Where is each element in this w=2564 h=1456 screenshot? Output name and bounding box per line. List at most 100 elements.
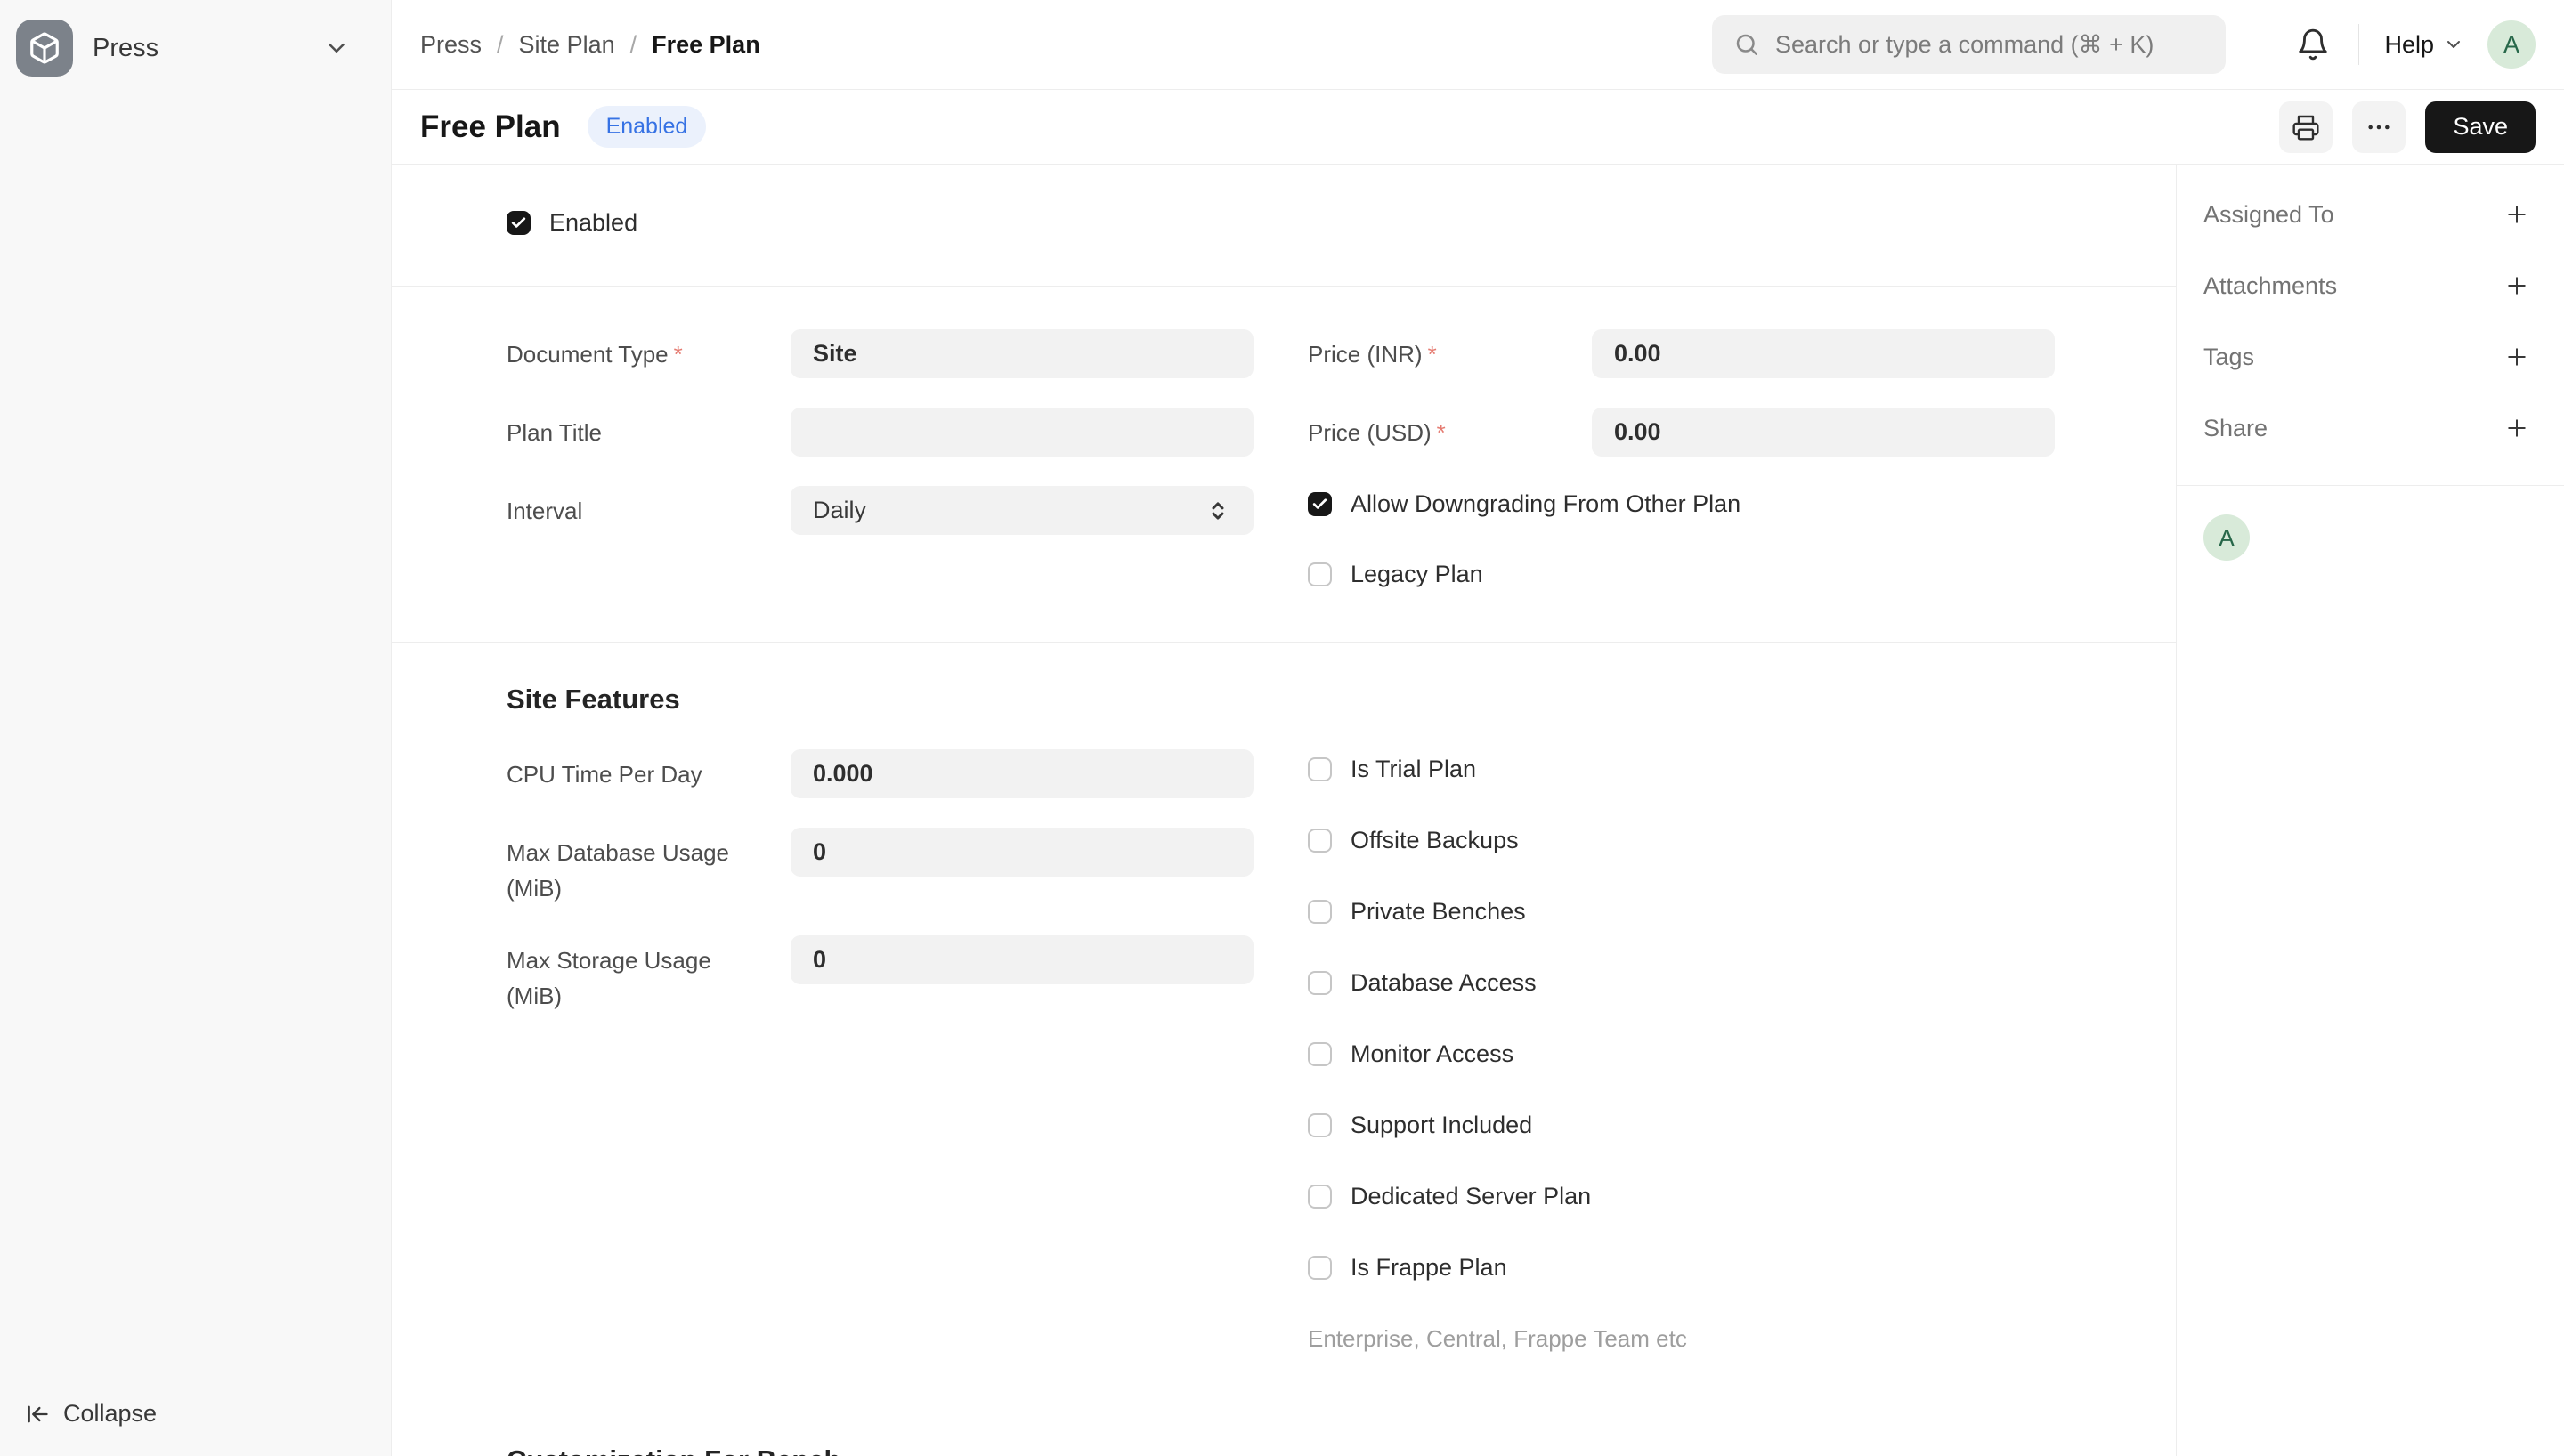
more-options-button[interactable] <box>2352 101 2406 153</box>
checkbox-enabled[interactable] <box>507 211 531 235</box>
search-icon <box>1733 31 1760 58</box>
field-max-storage-usage: Max Storage Usage (MiB) 0 <box>507 935 1254 1014</box>
section-details: Document Type* Site Plan Title <box>392 287 2176 643</box>
checkbox-field-support-included[interactable]: Support Included <box>1308 1112 2056 1139</box>
interval-select[interactable]: Daily <box>791 486 1254 535</box>
global-search-input[interactable]: Search or type a command (⌘ + K) <box>1712 15 2226 74</box>
panel-item-label: Assigned To <box>2203 201 2334 229</box>
plus-icon <box>2503 344 2530 370</box>
field-label: CPU Time Per Day <box>507 749 765 792</box>
site-features-left-column: CPU Time Per Day 0.000 Max Database Usag… <box>507 749 1254 1043</box>
document-content: Enabled Document Type* Site <box>392 165 2564 1456</box>
workspace-name: Press <box>93 34 158 63</box>
checkbox-allow-downgrading[interactable] <box>1308 492 1332 516</box>
checkbox-legacy-plan[interactable] <box>1308 562 1332 586</box>
add-assignment-button[interactable] <box>2502 199 2532 230</box>
checkbox-private-benches[interactable] <box>1308 900 1332 924</box>
checkbox-field-legacy-plan[interactable]: Legacy Plan <box>1308 561 2056 588</box>
help-menu-button[interactable]: Help <box>2384 31 2464 59</box>
print-button[interactable] <box>2279 101 2333 153</box>
checkbox-label: Allow Downgrading From Other Plan <box>1351 490 1740 518</box>
checkbox-field-private-benches[interactable]: Private Benches <box>1308 898 2056 926</box>
field-price-usd: Price (USD)* 0.00 <box>1308 408 2056 457</box>
printer-icon <box>2292 113 2320 142</box>
add-share-button[interactable] <box>2502 413 2532 443</box>
site-features-grid: CPU Time Per Day 0.000 Max Database Usag… <box>507 749 2176 1353</box>
checkbox-label: Enabled <box>549 209 637 237</box>
max-database-usage-input[interactable]: 0 <box>791 828 1254 877</box>
field-label: Price (USD)* <box>1308 408 1566 450</box>
field-price-inr: Price (INR)* 0.00 <box>1308 329 2056 378</box>
checkbox-field-offsite-backups[interactable]: Offsite Backups <box>1308 827 2056 854</box>
checkbox-is-trial-plan[interactable] <box>1308 757 1332 781</box>
site-features-checkbox-list: Is Trial Plan Offsite Backups Private Be… <box>1308 749 2056 1353</box>
field-label-text: Plan Title <box>507 419 602 446</box>
breadcrumb-item-site-plan[interactable]: Site Plan <box>519 31 615 59</box>
checkbox-field-dedicated-server-plan[interactable]: Dedicated Server Plan <box>1308 1183 2056 1210</box>
save-button[interactable]: Save <box>2425 101 2536 153</box>
checkbox-support-included[interactable] <box>1308 1113 1332 1137</box>
field-label: Price (INR)* <box>1308 329 1566 372</box>
field-document-type: Document Type* Site <box>507 329 1254 378</box>
bell-icon <box>2296 28 2330 61</box>
field-label-text: Interval <box>507 497 582 524</box>
field-label-text: Price (INR) <box>1308 341 1423 368</box>
notifications-button[interactable] <box>2292 24 2333 65</box>
price-usd-input[interactable]: 0.00 <box>1592 408 2055 457</box>
field-value: 0.00 <box>1614 340 1661 368</box>
sidebar-collapse-button[interactable]: Collapse <box>25 1400 157 1428</box>
panel-divider <box>2177 485 2564 486</box>
checkbox-field-allow-downgrading[interactable]: Allow Downgrading From Other Plan <box>1308 490 2056 518</box>
price-inr-input[interactable]: 0.00 <box>1592 329 2055 378</box>
checkbox-monitor-access[interactable] <box>1308 1042 1332 1066</box>
checkbox-field-monitor-access[interactable]: Monitor Access <box>1308 1040 2056 1068</box>
document-side-panel: Assigned To Attachments <box>2177 165 2564 1456</box>
breadcrumb: Press / Site Plan / Free Plan <box>420 31 760 59</box>
panel-item-share: Share <box>2203 392 2532 464</box>
field-value: 0 <box>813 838 826 866</box>
sidebar: Press Collapse <box>0 0 392 1456</box>
collapse-label: Collapse <box>63 1400 157 1428</box>
checkbox-database-access[interactable] <box>1308 971 1332 995</box>
check-icon <box>1311 496 1328 513</box>
breadcrumb-item-press[interactable]: Press <box>420 31 482 59</box>
checkbox-field-is-frappe-plan[interactable]: Is Frappe Plan <box>1308 1254 2056 1282</box>
status-badge: Enabled <box>588 106 707 148</box>
cpu-time-input[interactable]: 0.000 <box>791 749 1254 798</box>
checkbox-field-is-trial-plan[interactable]: Is Trial Plan <box>1308 756 2056 783</box>
checkbox-field-enabled[interactable]: Enabled <box>507 209 2176 237</box>
max-storage-usage-input[interactable]: 0 <box>791 935 1254 984</box>
checkbox-is-frappe-plan[interactable] <box>1308 1256 1332 1280</box>
plan-title-input[interactable] <box>791 408 1254 457</box>
field-interval: Interval Daily <box>507 486 1254 535</box>
section-top: Enabled <box>392 165 2176 287</box>
add-tag-button[interactable] <box>2502 342 2532 372</box>
help-label: Help <box>2384 31 2434 59</box>
viewer-avatar[interactable]: A <box>2203 514 2250 561</box>
field-label: Document Type* <box>507 329 765 372</box>
checkbox-field-database-access[interactable]: Database Access <box>1308 969 2056 997</box>
section-heading: Customization For Bench <box>507 1443 2176 1456</box>
top-navbar: Press / Site Plan / Free Plan Search or … <box>392 0 2564 90</box>
add-attachment-button[interactable] <box>2502 271 2532 301</box>
panel-item-label: Tags <box>2203 344 2254 371</box>
workspace-switcher[interactable]: Press <box>0 0 391 77</box>
checkbox-label: Support Included <box>1351 1112 1532 1139</box>
field-label: Max Database Usage (MiB) <box>507 828 765 906</box>
user-avatar[interactable]: A <box>2487 20 2536 69</box>
required-asterisk: * <box>1437 419 1446 446</box>
field-value: 0 <box>813 946 826 974</box>
panel-item-assigned-to: Assigned To <box>2203 179 2532 250</box>
document-type-input[interactable]: Site <box>791 329 1254 378</box>
breadcrumb-separator: / <box>630 31 637 59</box>
checkbox-label: Monitor Access <box>1351 1040 1513 1068</box>
section-customization: Customization For Bench <box>392 1403 2176 1456</box>
chevron-down-icon <box>323 35 350 61</box>
checkbox-offsite-backups[interactable] <box>1308 829 1332 853</box>
document-form: Enabled Document Type* Site <box>392 165 2177 1456</box>
field-label-text: Document Type <box>507 341 669 368</box>
press-app-logo-icon <box>16 20 73 77</box>
main-area: Press / Site Plan / Free Plan Search or … <box>392 0 2564 1456</box>
check-icon <box>510 214 527 231</box>
checkbox-dedicated-server-plan[interactable] <box>1308 1185 1332 1209</box>
